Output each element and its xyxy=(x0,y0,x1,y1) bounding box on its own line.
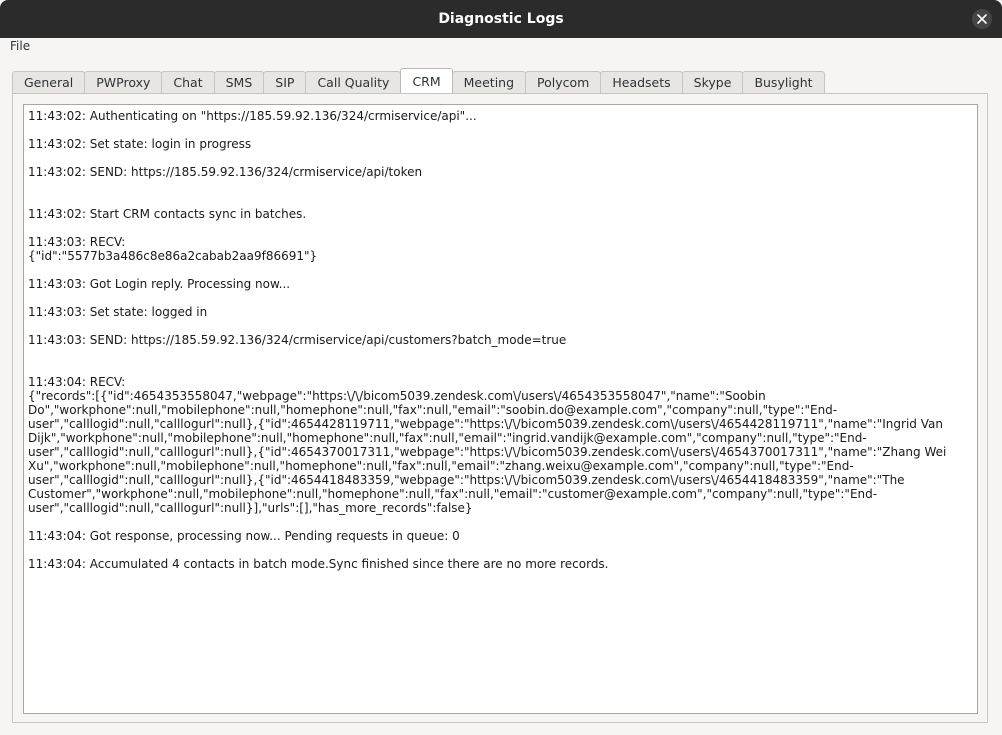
title-bar: Diagnostic Logs xyxy=(0,0,1002,38)
tab-busylight[interactable]: Busylight xyxy=(742,71,825,93)
tab-crm[interactable]: CRM xyxy=(400,68,453,93)
tab-polycom[interactable]: Polycom xyxy=(525,71,602,93)
close-button[interactable] xyxy=(972,9,992,29)
tab-sms[interactable]: SMS xyxy=(213,71,265,93)
tab-chat[interactable]: Chat xyxy=(161,71,215,93)
tab-panel: 11:43:02: Authenticating on "https://185… xyxy=(12,93,988,723)
tab-pwproxy[interactable]: PWProxy xyxy=(84,71,163,93)
tab-meeting[interactable]: Meeting xyxy=(451,71,527,93)
tab-sip[interactable]: SIP xyxy=(263,71,307,93)
log-text-area[interactable]: 11:43:02: Authenticating on "https://185… xyxy=(23,104,978,714)
tab-headsets[interactable]: Headsets xyxy=(600,71,683,93)
tab-call-quality[interactable]: Call Quality xyxy=(305,71,402,93)
menu-file[interactable]: File xyxy=(10,39,30,53)
tab-bar: General PWProxy Chat SMS SIP Call Qualit… xyxy=(12,68,825,93)
menu-bar: File xyxy=(0,38,1002,56)
log-text: 11:43:02: Authenticating on "https://185… xyxy=(28,109,947,571)
close-icon xyxy=(977,14,987,24)
tab-skype[interactable]: Skype xyxy=(681,71,744,93)
window-title: Diagnostic Logs xyxy=(438,11,564,27)
tab-general[interactable]: General xyxy=(12,71,86,93)
